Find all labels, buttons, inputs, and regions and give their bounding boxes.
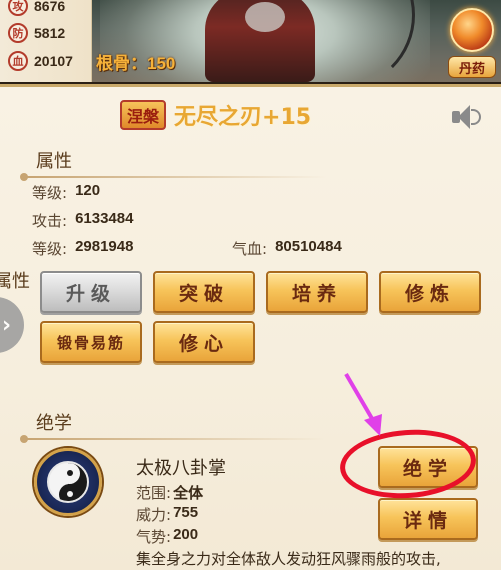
skill-icon[interactable] [34, 448, 102, 516]
skill-momentum-label: 气势: [136, 528, 172, 546]
attr-hp: 气血: 80510484 [232, 238, 342, 259]
stat-attack: 攻 8676 [8, 0, 65, 16]
upgrade-button[interactable]: 升级 [40, 271, 142, 313]
speaker-icon[interactable] [450, 103, 484, 129]
weapon-name: 无尽之刃+15 [174, 105, 312, 130]
attr-attack-value: 6133484 [75, 210, 134, 227]
stat-attack-value: 8676 [34, 0, 66, 14]
attr-level: 等级: 120 [32, 182, 100, 203]
skill-name: 太极八卦掌 [136, 458, 226, 479]
skill-heading-divider [26, 438, 326, 440]
side-expand-arrow[interactable]: › [0, 297, 24, 353]
stat-hp-value: 20107 [34, 53, 73, 69]
skill-power: 威力: 755 [136, 504, 198, 525]
skill-power-label: 威力: [136, 506, 172, 524]
attack-icon: 攻 [8, 0, 28, 16]
attr-hp-value: 80510484 [275, 238, 342, 255]
heading-divider [26, 176, 326, 178]
weapon-title: 涅槃 无尽之刃+15 [120, 99, 311, 131]
skill-range: 范围: 全体 [136, 482, 203, 503]
character-armor [245, 2, 285, 32]
forge-bone-button[interactable]: 锻骨易筋 [40, 321, 142, 363]
attr-hp-label: 气血: [232, 240, 268, 258]
attr-attack: 攻击: 6133484 [32, 210, 133, 231]
hp-icon: 血 [8, 51, 28, 71]
attr-attack-label: 攻击: [32, 212, 68, 230]
skill-momentum: 气势: 200 [136, 526, 198, 547]
skill-range-label: 范围: [136, 484, 172, 502]
attributes-heading: 属性 [36, 151, 72, 172]
attr-defense-label: 等级: [32, 240, 68, 258]
attr-defense: 等级: 2981948 [32, 238, 133, 259]
stat-hp: 血 20107 [8, 51, 73, 71]
stat-panel: 攻 8676 防 5812 血 20107 [0, 0, 92, 82]
attr-defense-value: 2981948 [75, 238, 134, 255]
gengu-stat: 根骨：150 [96, 49, 175, 74]
stat-defense-value: 5812 [34, 25, 66, 41]
gengu-label: 根骨： [96, 54, 147, 74]
skill-heading: 绝学 [36, 413, 72, 434]
skill-range-value: 全体 [173, 485, 204, 502]
side-tab-attributes[interactable]: 属性 [0, 267, 30, 293]
mind-button[interactable]: 修心 [153, 321, 255, 363]
stat-defense: 防 5812 [8, 23, 65, 43]
skill-momentum-value: 200 [173, 526, 199, 543]
hero-banner: 攻 8676 防 5812 血 20107 根骨：150 丹药 [0, 0, 501, 82]
refine-button[interactable]: 修炼 [379, 271, 481, 313]
attr-level-value: 120 [75, 182, 101, 199]
breakthrough-button[interactable]: 突破 [153, 271, 255, 313]
dan-button-label: 丹药 [448, 56, 496, 78]
skill-description: 集全身之力对全体敌人发动狂风骤雨般的攻击, [136, 550, 441, 568]
dan-button[interactable]: 丹药 [444, 2, 500, 80]
cultivate-button[interactable]: 培养 [266, 271, 368, 313]
taiji-icon [47, 461, 89, 503]
skill-power-value: 755 [173, 504, 199, 521]
detail-button[interactable]: 详情 [378, 498, 478, 540]
attr-level-label: 等级: [32, 184, 68, 202]
dan-orb-icon [450, 8, 494, 52]
rank-badge: 涅槃 [120, 100, 167, 130]
pointer-arrow-icon [344, 372, 382, 436]
defense-icon: 防 [8, 23, 28, 43]
chevron-right-icon: › [2, 313, 12, 338]
gengu-value: 150 [147, 54, 176, 73]
